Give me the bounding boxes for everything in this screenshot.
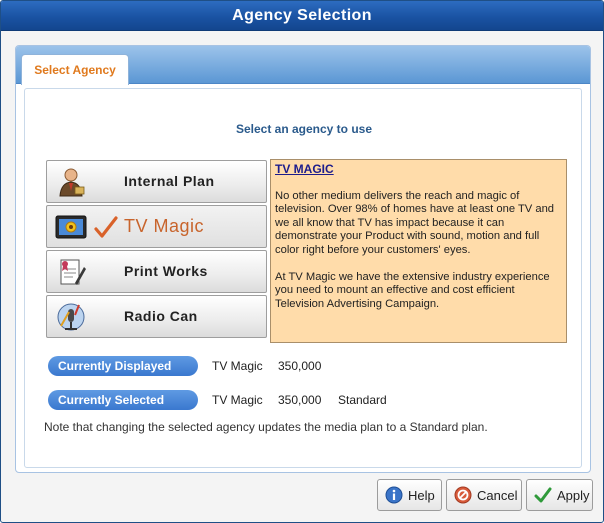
print-icon — [60, 259, 86, 285]
plan-note: Note that changing the selected agency u… — [44, 420, 488, 434]
person-icon — [59, 168, 85, 197]
displayed-agency: TV Magic — [212, 359, 263, 373]
agency-label: Print Works — [124, 263, 208, 279]
help-label: Help — [408, 487, 435, 503]
cancel-icon — [454, 486, 472, 504]
agency-description: TV MAGIC No other medium delivers the re… — [270, 159, 567, 343]
help-icon — [385, 486, 403, 504]
agency-prompt: Select an agency to use — [235, 122, 373, 136]
cancel-label: Cancel — [477, 487, 518, 503]
cancel-button[interactable]: Cancel — [446, 479, 522, 511]
description-paragraph: At TV Magic we have the extensive indust… — [275, 270, 550, 310]
agency-label: Internal Plan — [124, 173, 215, 189]
selected-plan: Standard — [338, 393, 387, 407]
apply-label: Apply — [557, 487, 590, 503]
agency-label: Radio Can — [124, 308, 198, 324]
selected-amount: 350,000 — [278, 393, 322, 407]
dialog-title: Agency Selection — [1, 1, 603, 31]
dialog-content: Select Agency Select an agency to use In… — [15, 45, 591, 473]
tab-strip: Select Agency — [16, 46, 590, 85]
currently-selected-badge: Currently Selected — [48, 390, 198, 410]
selected-agency: TV Magic — [212, 393, 263, 407]
agency-selection-dialog: Agency Selection Select Agency Select an… — [0, 0, 604, 523]
displayed-amount: 350,000 — [278, 359, 322, 373]
apply-button[interactable]: Apply — [526, 479, 593, 511]
agency-list: Internal Plan TV Magic Print Works Radio… — [46, 160, 267, 340]
description-paragraph: No other medium delivers the reach and m… — [275, 189, 555, 256]
description-title: TV MAGIC — [275, 162, 334, 176]
currently-displayed-badge: Currently Displayed — [48, 356, 198, 376]
radio-icon — [57, 303, 85, 331]
checkmark-icon — [534, 487, 552, 503]
agency-button-print-works[interactable]: Print Works — [46, 250, 267, 293]
help-button[interactable]: Help — [377, 479, 442, 511]
agency-button-tv-magic[interactable]: TV Magic — [46, 205, 267, 248]
agency-label: TV Magic — [124, 216, 205, 236]
currently-selected-row: Currently Selected TV Magic 350,000 Stan… — [48, 390, 568, 410]
checkmark-icon — [94, 216, 118, 238]
tab-select-agency[interactable]: Select Agency — [21, 54, 129, 85]
tv-icon — [55, 215, 87, 239]
agency-button-radio-can[interactable]: Radio Can — [46, 295, 267, 338]
currently-displayed-row: Currently Displayed TV Magic 350,000 — [48, 356, 568, 376]
agency-button-internal-plan[interactable]: Internal Plan — [46, 160, 267, 203]
